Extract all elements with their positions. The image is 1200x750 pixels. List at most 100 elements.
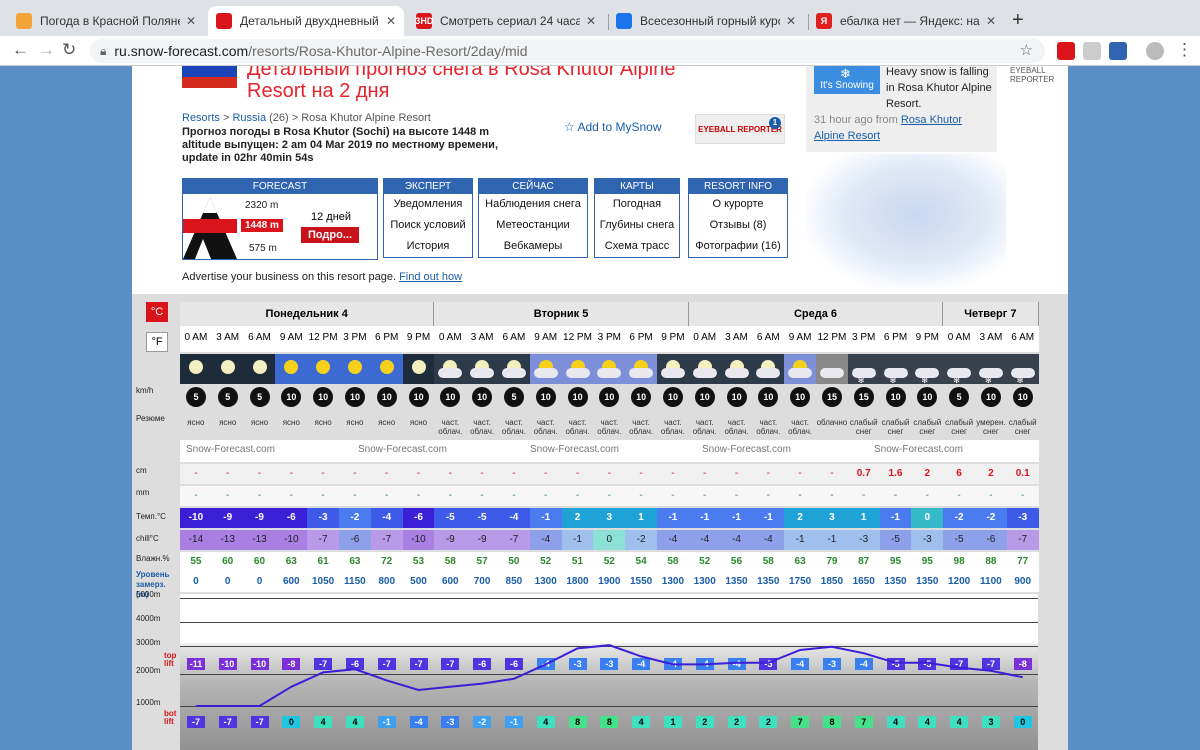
nav-menu-item[interactable]: Глубины снега (595, 215, 679, 236)
snow-value: - (798, 468, 802, 479)
row-label-summary: Резюме (136, 414, 165, 423)
freeze-value: 1550 (629, 576, 653, 587)
eyeball-reporter-button[interactable]: EYEBALL REPORTER 1 (695, 114, 785, 144)
extension-icon[interactable] (1057, 42, 1075, 60)
add-mysnow-link[interactable]: ☆ Add to MySnow (564, 120, 661, 134)
summary-text: част. облач. (533, 418, 558, 436)
freeze-value: 1300 (693, 576, 716, 587)
fahrenheit-button[interactable]: °F (146, 332, 168, 352)
wind-badge: 10 (599, 387, 620, 407)
summary-text: част. облач. (756, 418, 781, 436)
nav-menu-item[interactable]: Поиск условий (384, 215, 472, 236)
rain-value: - (607, 490, 611, 501)
cloud-icon (692, 368, 717, 378)
chill-value: -3 (911, 530, 944, 550)
humidity-value: 57 (476, 556, 488, 567)
crumb-country[interactable]: Russia (232, 112, 266, 124)
temp-value: -4 (498, 508, 530, 528)
rain-value: - (862, 490, 866, 501)
alt-mid[interactable]: 1448 m (241, 219, 283, 232)
browser-tab[interactable]: Детальный двухдневный прог ✕ (208, 6, 404, 36)
chill-value: -4 (688, 530, 721, 550)
close-icon[interactable]: ✕ (986, 14, 996, 28)
time-label: 6 PM (629, 332, 653, 343)
snow-report-card[interactable]: ❄ It's Snowing Heavy snow is falling in R… (806, 66, 997, 152)
rain-value: - (416, 490, 421, 501)
browser-tab[interactable]: Яебалка нет — Яндекс: нашло ✕ (808, 6, 1004, 36)
extension-icon[interactable] (1083, 42, 1101, 60)
extension-icon[interactable] (1109, 42, 1127, 60)
rain-value: - (989, 490, 993, 501)
time-label: 6 AM (1011, 332, 1035, 343)
close-icon[interactable]: ✕ (386, 14, 396, 28)
new-tab-icon[interactable]: + (1012, 9, 1024, 32)
watermark-text: Snow-Forecast.com (186, 444, 275, 455)
cloud-icon (533, 368, 558, 378)
altitude-label: 4000m (136, 614, 161, 623)
snow-value: - (194, 468, 198, 479)
page-content: Детальный прогноз снега в Rosa Khutor Al… (132, 66, 1068, 750)
orb-icon (189, 360, 203, 374)
detailed-button[interactable]: Подро... (301, 227, 359, 243)
temp-value: 3 (593, 508, 626, 528)
close-icon[interactable]: ✕ (186, 14, 196, 28)
forward-icon[interactable]: → (38, 40, 55, 60)
nav-menu-item[interactable]: Фотографии (16) (689, 236, 787, 257)
snow-value: - (289, 468, 293, 479)
weather-moon-icon (402, 354, 435, 384)
snow-value: 0.7 (856, 468, 871, 479)
weather-snow-icon: ✻ (847, 354, 880, 385)
orb-icon (411, 360, 426, 374)
humidity-value: 61 (317, 556, 329, 567)
nav-menu-item[interactable]: Уведомления (384, 194, 472, 215)
freeze-value: 1150 (344, 576, 366, 587)
wind-badge: 15 (853, 387, 874, 407)
advertise-link[interactable]: Find out how (399, 271, 462, 283)
chill-value: -6 (339, 530, 371, 550)
reload-icon[interactable]: ↻ (62, 40, 76, 60)
browser-tab[interactable]: Всесезонный горный курорт ✕ (608, 6, 804, 36)
browser-tab[interactable]: Погода в Красной Поляне - С ✕ (8, 6, 204, 36)
nav-menu-item[interactable]: История (384, 236, 472, 257)
weather-sun-icon (370, 354, 403, 384)
humidity-value: 53 (412, 556, 425, 567)
rain-value: - (512, 490, 516, 501)
snow-report-source: 31 hour ago from Rosa Khutor Alpine Reso… (814, 112, 992, 144)
bookmark-star-icon[interactable]: ☆ (1020, 41, 1033, 59)
temp-value: -1 (657, 508, 689, 528)
temp-value: 2 (561, 508, 594, 528)
profile-avatar-icon[interactable] (1146, 42, 1164, 60)
nav-menu-item[interactable]: Метеостанции (479, 215, 587, 236)
browser-tab[interactable]: ЗНD Смотреть сериал 24 часа (20 ✕ (408, 6, 604, 36)
nav-menu-item[interactable]: Погодная (595, 194, 679, 215)
celsius-button[interactable]: °C (146, 302, 168, 322)
back-icon[interactable]: ← (12, 40, 29, 60)
orb-icon (284, 360, 299, 374)
freeze-value: 1350 (916, 576, 939, 587)
freeze-value: 1200 (947, 576, 971, 587)
crumb-resorts[interactable]: Resorts (182, 112, 220, 124)
crumb-resort: Rosa Khutor Alpine Resort (301, 112, 431, 124)
menu-kebab-icon[interactable]: ⋮ (1176, 40, 1193, 60)
snowflake-icon: ❄ (840, 66, 851, 81)
nav-menu-item[interactable]: Отзывы (8) (689, 215, 787, 236)
close-icon[interactable]: ✕ (786, 14, 796, 28)
url-bar[interactable]: 🔒︎ ru.snow-forecast.com/resorts/Rosa-Khu… (90, 39, 1045, 63)
humidity-value: 63 (794, 556, 806, 567)
nav-menu: RESORT INFO О курорте Отзывы (8) Фотографии… (688, 178, 788, 258)
chill-value: -7 (370, 530, 403, 550)
nav-menu-item[interactable]: Наблюдения снега (479, 194, 587, 215)
nav-menu-item[interactable]: Вебкамеры (479, 236, 587, 257)
weather-snow-icon: ✻ (911, 354, 944, 385)
weather-moon-icon (211, 354, 244, 384)
close-icon[interactable]: ✕ (586, 14, 596, 28)
alt-bot[interactable]: 575 m (249, 243, 277, 254)
snow-value: - (257, 468, 262, 479)
nav-menu-item[interactable]: О курорте (689, 194, 787, 215)
alt-top[interactable]: 2320 m (245, 200, 278, 211)
time-label: 9 PM (915, 332, 939, 343)
chill-value: -13 (243, 530, 276, 550)
nav-menu-header: RESORT INFO (689, 179, 787, 194)
wind-badge: 10 (408, 387, 429, 407)
nav-menu-item[interactable]: Схема трасс (595, 236, 679, 257)
